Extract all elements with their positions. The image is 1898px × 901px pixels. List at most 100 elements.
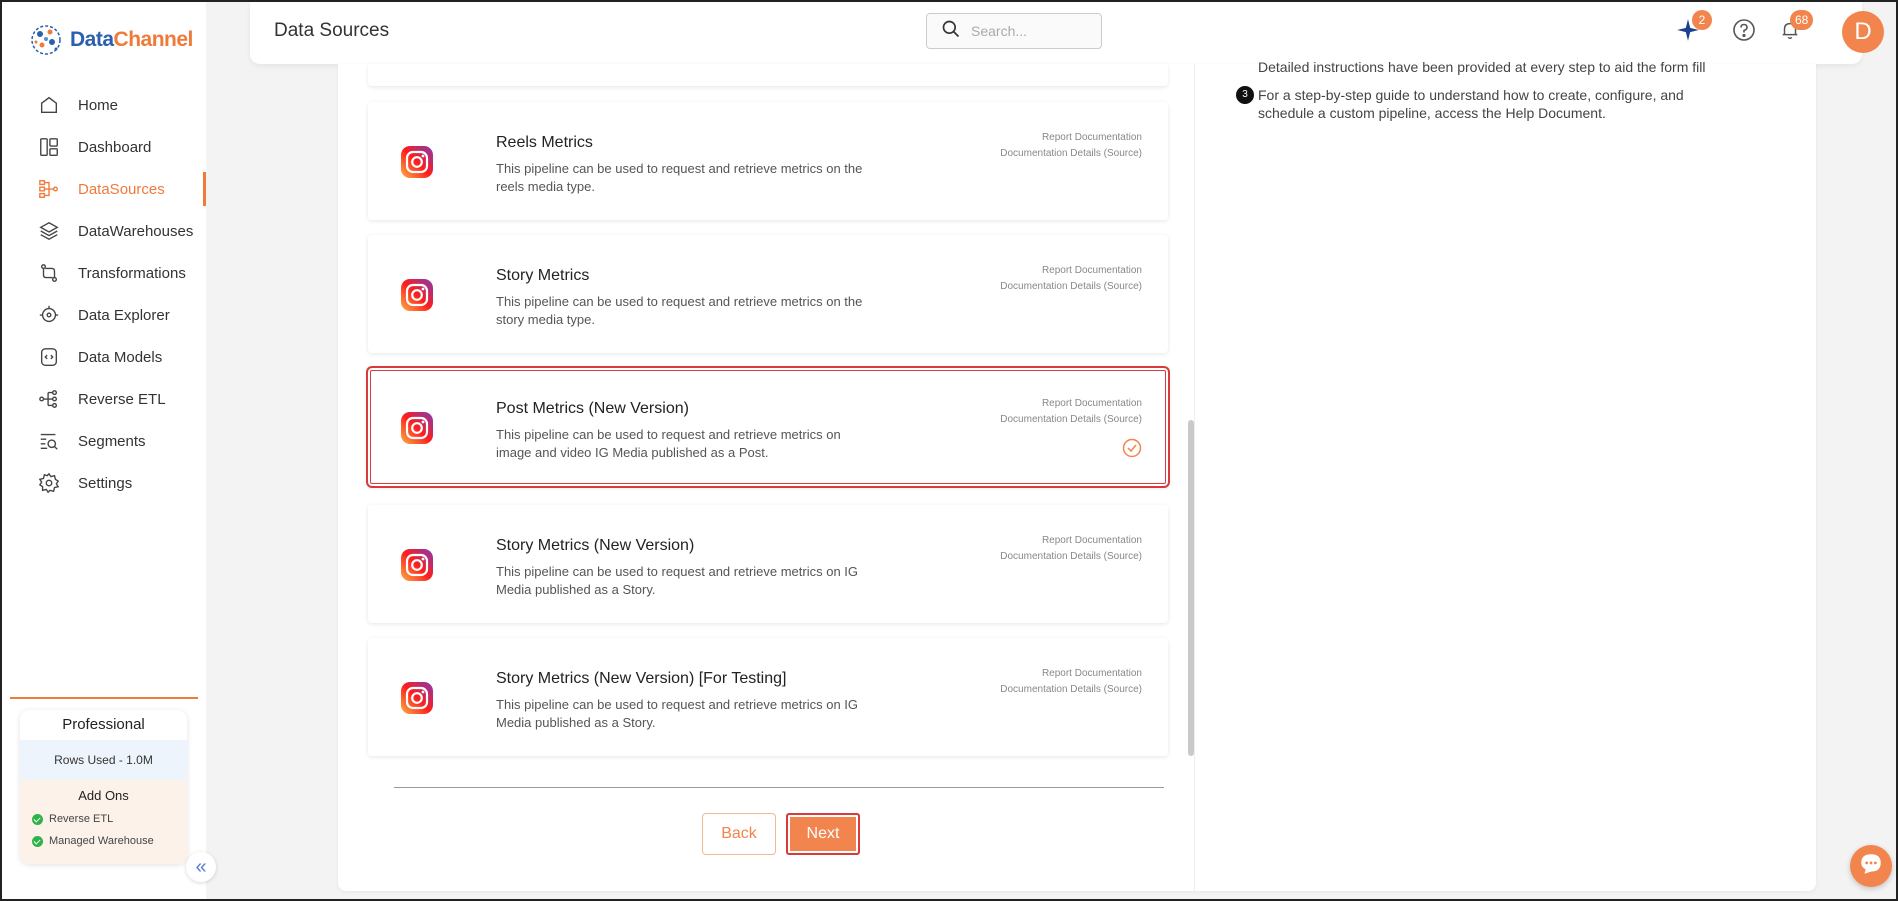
documentation-details-link[interactable]: Documentation Details (Source) [1000, 412, 1142, 428]
avatar[interactable]: D [1842, 11, 1884, 53]
double-chevron-left-icon: « [195, 855, 207, 878]
collapse-sidebar-button[interactable]: « [186, 852, 216, 882]
sidebar: DataChannel Home Dashboard DataSources D… [2, 2, 216, 899]
pipeline-list: Reels Metrics This pipeline can be used … [338, 64, 1188, 891]
card-description: This pipeline can be used to request and… [496, 697, 859, 730]
step-number: 3 [1236, 86, 1254, 104]
top-header: Data Sources 2 68 D [250, 2, 1884, 64]
sidebar-item-label: DataWarehouses [78, 222, 194, 240]
sidebar-item-label: Dashboard [78, 138, 152, 156]
brand-name: DataChannel [70, 28, 193, 51]
ai-sparkle-button[interactable]: 2 [1674, 10, 1712, 46]
sidebar-item-label: Home [78, 96, 119, 114]
chat-bubble-icon [1858, 851, 1884, 882]
datasources-icon [38, 178, 60, 200]
addons-section: Add Ons Reverse ETL Managed Warehouse [20, 780, 187, 864]
instagram-icon [400, 145, 434, 179]
card-links: Report Documentation Documentation Detai… [1000, 533, 1142, 565]
addon-label: Reverse ETL [49, 813, 114, 825]
chat-support-button[interactable] [1850, 845, 1892, 887]
card-partial [368, 64, 1168, 86]
sidebar-item-dashboard[interactable]: Dashboard [2, 126, 206, 168]
documentation-details-link[interactable]: Documentation Details (Source) [1000, 146, 1142, 162]
report-documentation-link[interactable]: Report Documentation [1000, 130, 1142, 146]
pipeline-card-story-metrics[interactable]: Story Metrics This pipeline can be used … [368, 235, 1168, 353]
instruction-step-3: 3 For a step-by-step guide to understand… [1236, 86, 1718, 122]
notifications-button[interactable]: 68 [1776, 10, 1814, 46]
card-links: Report Documentation Documentation Detai… [1000, 130, 1142, 162]
documentation-details-link[interactable]: Documentation Details (Source) [1000, 279, 1142, 295]
card-title: Story Metrics (New Version) [496, 537, 695, 554]
sidebar-item-home[interactable]: Home [2, 84, 206, 126]
card-title: Post Metrics (New Version) [496, 400, 689, 417]
sidebar-item-segments[interactable]: Segments [2, 420, 206, 462]
report-documentation-link[interactable]: Report Documentation [1000, 533, 1142, 549]
sidebar-item-datawarehouses[interactable]: DataWarehouses [2, 210, 206, 252]
search-box[interactable] [926, 13, 1102, 49]
card-title: Story Metrics [496, 267, 590, 284]
search-icon [941, 19, 961, 44]
report-documentation-link[interactable]: Report Documentation [1000, 396, 1142, 412]
main-panel: Reels Metrics This pipeline can be used … [338, 59, 1816, 891]
gear-icon [38, 472, 60, 494]
explorer-icon [38, 304, 60, 326]
sidebar-item-reverse-etl[interactable]: Reverse ETL [2, 378, 206, 420]
sidebar-item-label: Reverse ETL [78, 390, 166, 408]
footer-divider [394, 787, 1164, 788]
sidebar-item-label: DataSources [78, 180, 165, 198]
notification-badge: 68 [1790, 10, 1814, 30]
check-circle-icon [32, 835, 43, 847]
instruction-partial: Detailed instructions have been provided… [1258, 59, 1706, 75]
selected-check-icon [1122, 438, 1142, 458]
sidebar-nav: Home Dashboard DataSources DataWarehouse… [2, 84, 206, 504]
layers-icon [38, 220, 60, 242]
search-input[interactable] [971, 23, 1081, 39]
data-models-icon [38, 346, 60, 368]
help-icon [1732, 18, 1756, 47]
plan-title: Professional [62, 716, 145, 733]
help-button[interactable] [1730, 18, 1758, 46]
back-button[interactable]: Back [702, 813, 776, 855]
pipeline-card-story-metrics-new-version[interactable]: Story Metrics (New Version) This pipelin… [368, 505, 1168, 623]
addon-label: Managed Warehouse [49, 835, 154, 847]
check-circle-icon [32, 813, 43, 825]
card-title: Reels Metrics [496, 134, 593, 151]
instagram-icon [400, 411, 434, 445]
sidebar-item-label: Data Models [78, 348, 163, 366]
segments-icon [38, 430, 60, 452]
pipeline-card-story-metrics-testing[interactable]: Story Metrics (New Version) [For Testing… [368, 638, 1168, 756]
addons-title: Add Ons [78, 788, 129, 803]
transform-icon [38, 262, 60, 284]
plan-card: Professional Rows Used - 1.0M Add Ons Re… [20, 710, 187, 864]
page-title: Data Sources [274, 20, 390, 41]
sidebar-item-label: Data Explorer [78, 306, 170, 324]
card-title: Story Metrics (New Version) [For Testing… [496, 670, 787, 687]
report-documentation-link[interactable]: Report Documentation [1000, 263, 1142, 279]
brand-logo[interactable]: DataChannel [28, 22, 193, 58]
card-description: This pipeline can be used to request and… [496, 427, 841, 460]
card-links: Report Documentation Documentation Detai… [1000, 396, 1142, 428]
sidebar-item-settings[interactable]: Settings [2, 462, 206, 504]
documentation-details-link[interactable]: Documentation Details (Source) [1000, 549, 1142, 565]
sidebar-item-datasources[interactable]: DataSources [2, 168, 206, 210]
sidebar-item-label: Segments [78, 432, 146, 450]
documentation-details-link[interactable]: Documentation Details (Source) [1000, 682, 1142, 698]
pipeline-card-post-metrics-new-version[interactable]: Post Metrics (New Version) This pipeline… [366, 366, 1170, 488]
instagram-icon [400, 548, 434, 582]
sidebar-item-data-explorer[interactable]: Data Explorer [2, 294, 206, 336]
sidebar-item-data-models[interactable]: Data Models [2, 336, 206, 378]
instagram-icon [400, 681, 434, 715]
sidebar-item-transformations[interactable]: Transformations [2, 252, 206, 294]
rows-used: Rows Used - 1.0M [20, 740, 187, 780]
pipeline-card-reels-metrics[interactable]: Reels Metrics This pipeline can be used … [368, 102, 1168, 220]
sparkle-badge: 2 [1692, 10, 1712, 30]
next-button[interactable]: Next [786, 813, 860, 855]
card-links: Report Documentation Documentation Detai… [1000, 263, 1142, 295]
sidebar-divider [10, 697, 198, 699]
report-documentation-link[interactable]: Report Documentation [1000, 666, 1142, 682]
sidebar-item-label: Transformations [78, 264, 186, 282]
instruction-text: For a step-by-step guide to understand h… [1258, 87, 1684, 121]
card-description: This pipeline can be used to request and… [496, 161, 863, 194]
card-description: This pipeline can be used to request and… [496, 564, 859, 597]
instagram-icon [400, 278, 434, 312]
